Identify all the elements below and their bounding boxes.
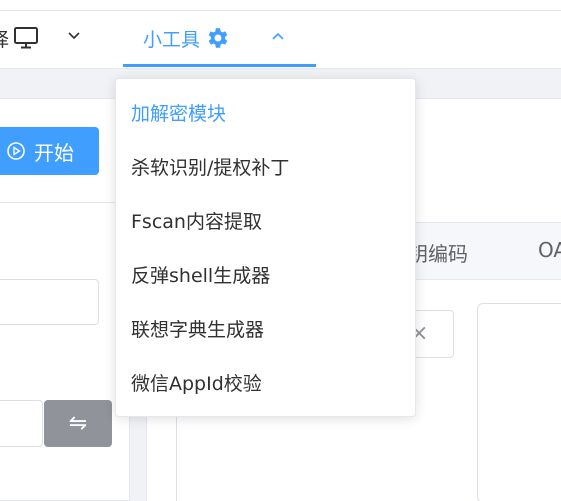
active-tab-indicator (123, 64, 316, 67)
menu-item-fscan-extract[interactable]: Fscan内容提取 (116, 195, 415, 249)
left-small-input[interactable] (0, 400, 43, 447)
chevron-down-icon[interactable] (66, 28, 82, 44)
start-button-label: 开始 (34, 140, 74, 165)
swap-icon: ⇋ (68, 411, 88, 436)
gear-icon (208, 28, 228, 48)
display-mode-label: 择 (0, 25, 9, 52)
menu-item-wechat-appid[interactable]: 微信AppId校验 (116, 357, 415, 411)
top-nav-bar: 择 小工具 (0, 0, 561, 69)
tools-dropdown-menu: 加解密模块 杀软识别/提权补丁 Fscan内容提取 反弹shell生成器 联想字… (115, 78, 416, 417)
menu-item-reverse-shell[interactable]: 反弹shell生成器 (116, 249, 415, 303)
display-mode-menu[interactable]: 择 (0, 20, 39, 56)
menu-item-crypto-module[interactable]: 加解密模块 (116, 87, 415, 141)
left-input-field[interactable] (0, 279, 99, 325)
monitor-icon (14, 27, 39, 49)
top-divider (0, 10, 561, 11)
menu-item-av-detection[interactable]: 杀软识别/提权补丁 (116, 141, 415, 195)
left-divider (0, 202, 120, 203)
play-circle-icon (7, 142, 25, 160)
tab-key-encoding[interactable]: 钥编码 (408, 238, 468, 267)
output-textarea[interactable] (477, 303, 561, 501)
tools-menu[interactable]: 小工具 (143, 20, 230, 56)
tab-oa[interactable]: OA (538, 238, 561, 262)
swap-button[interactable]: ⇋ (44, 400, 112, 447)
menu-item-dict-generator[interactable]: 联想字典生成器 (116, 303, 415, 357)
tools-menu-label: 小工具 (143, 28, 201, 51)
start-button[interactable]: 开始 (0, 127, 99, 175)
chevron-up-icon[interactable] (270, 28, 286, 44)
